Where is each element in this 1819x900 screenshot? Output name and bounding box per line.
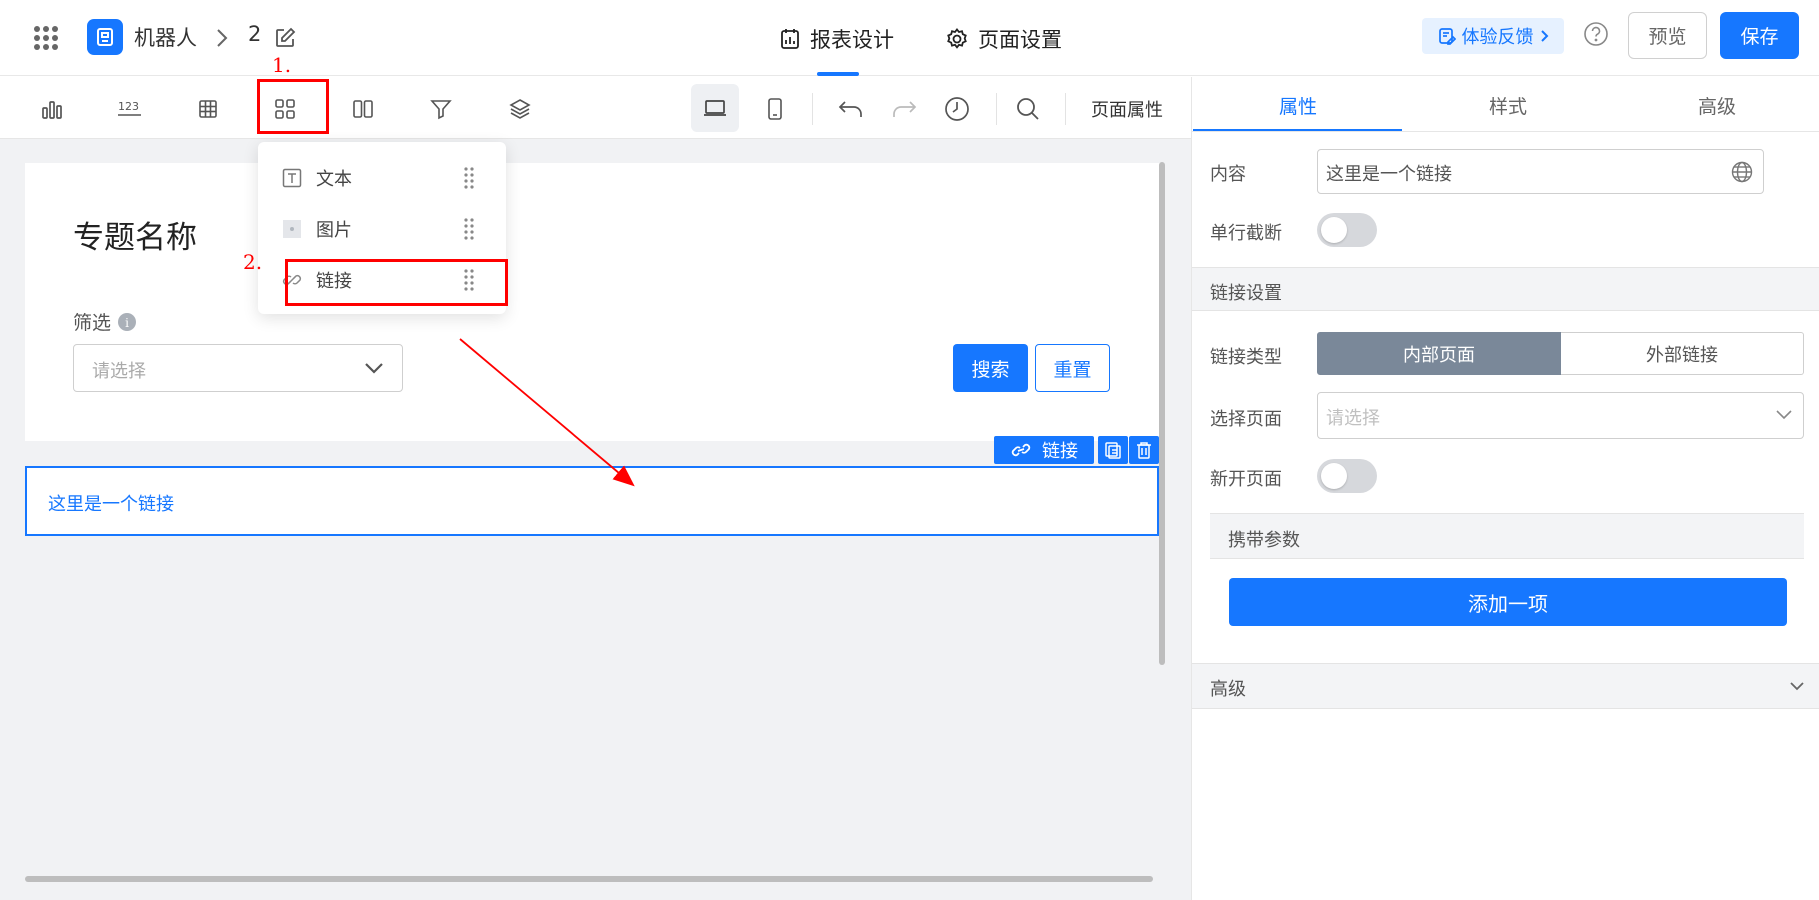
add-item-button[interactable]: 添加一项 xyxy=(1229,578,1787,626)
page-select[interactable]: 请选择 xyxy=(1317,392,1804,439)
feedback-button[interactable]: 体验反馈 xyxy=(1422,18,1564,54)
globe-icon[interactable] xyxy=(1731,161,1753,183)
page-select-placeholder: 请选择 xyxy=(1326,408,1380,429)
params-title: 携带参数 xyxy=(1228,530,1300,551)
help-icon[interactable] xyxy=(1582,20,1610,48)
single-line-toggle[interactable] xyxy=(1317,213,1377,247)
link-type-label: 链接类型 xyxy=(1210,347,1282,368)
tab-style[interactable]: 样式 xyxy=(1489,92,1527,119)
tab-divider xyxy=(1192,131,1819,132)
link-settings-section: 链接设置 xyxy=(1192,267,1819,311)
toggle-knob xyxy=(1321,463,1347,489)
new-page-label: 新开页面 xyxy=(1210,469,1282,490)
content-input[interactable]: 这里是一个链接 xyxy=(1317,149,1764,194)
chevron-down-icon xyxy=(1790,681,1804,691)
properties-panel xyxy=(1191,77,1819,900)
link-type-external-option[interactable]: 外部链接 xyxy=(1561,332,1804,375)
link-type-internal-option[interactable]: 内部页面 xyxy=(1317,332,1561,375)
chevron-down-icon xyxy=(1776,409,1792,421)
params-section: 携带参数 xyxy=(1210,513,1804,559)
preview-button[interactable]: 预览 xyxy=(1628,12,1707,59)
content-label: 内容 xyxy=(1210,164,1246,185)
select-page-label: 选择页面 xyxy=(1210,409,1282,430)
save-button[interactable]: 保存 xyxy=(1720,12,1799,59)
tab-advanced[interactable]: 高级 xyxy=(1698,92,1736,119)
advanced-section[interactable]: 高级 xyxy=(1192,663,1819,709)
new-page-toggle[interactable] xyxy=(1317,459,1377,493)
toggle-knob xyxy=(1321,217,1347,243)
chevron-right-icon xyxy=(1540,29,1549,43)
single-line-label: 单行截断 xyxy=(1210,223,1282,244)
annotation-arrow xyxy=(459,338,635,487)
feedback-label: 体验反馈 xyxy=(1461,27,1534,48)
content-input-value: 这里是一个链接 xyxy=(1326,164,1452,185)
tab-properties[interactable]: 属性 xyxy=(1279,92,1317,119)
link-settings-title: 链接设置 xyxy=(1210,283,1282,304)
feedback-icon xyxy=(1438,27,1456,45)
advanced-title: 高级 xyxy=(1210,679,1246,700)
